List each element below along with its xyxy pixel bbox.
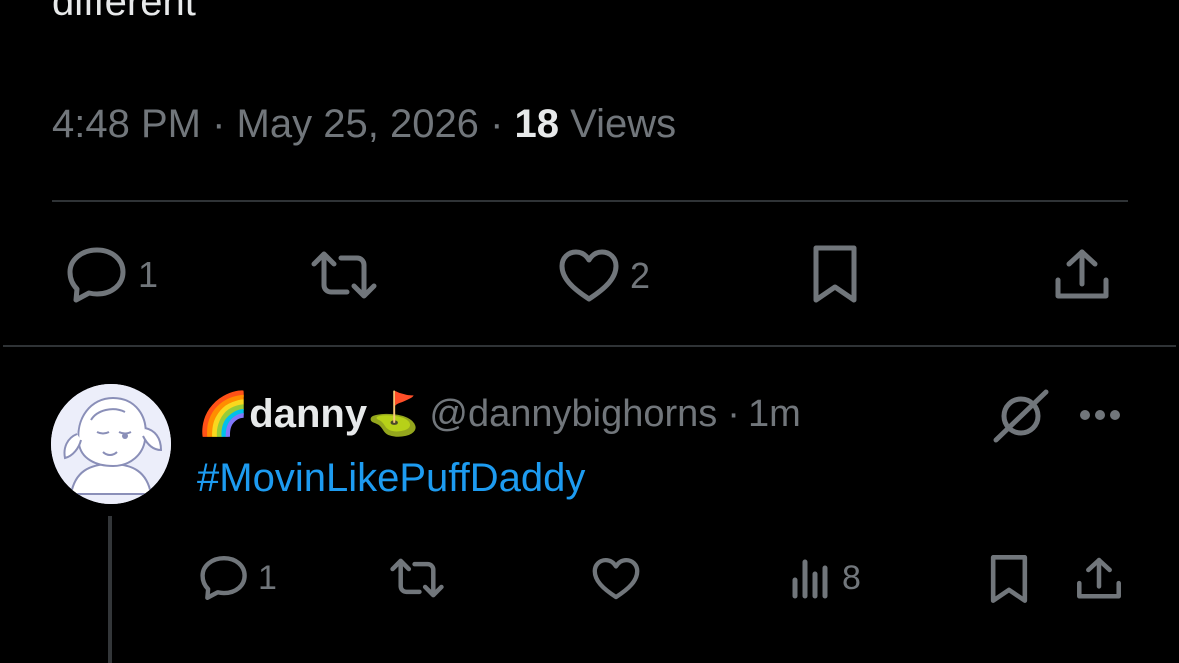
reply-reply-button[interactable]: 1: [198, 555, 277, 601]
reply-share-button[interactable]: [1076, 556, 1122, 602]
divider: [52, 200, 1128, 202]
retweet-button[interactable]: [310, 248, 378, 302]
retweet-icon: [311, 251, 377, 299]
more-icon: [1080, 410, 1120, 420]
user-handle[interactable]: @dannybighorns: [429, 393, 717, 436]
display-name[interactable]: danny: [249, 392, 367, 437]
reply-views-count: 8: [842, 558, 861, 597]
thread-line: [108, 516, 112, 663]
meta-separator: ·: [490, 102, 504, 146]
more-button[interactable]: [1078, 408, 1122, 427]
bookmark-icon: [990, 555, 1028, 603]
reply-time[interactable]: 1m: [748, 393, 801, 436]
reply-icon: [200, 555, 247, 601]
golf-emoji: ⛳: [367, 389, 420, 437]
views-icon: [792, 559, 828, 599]
like-icon: [559, 249, 619, 302]
reply-icon: [67, 247, 126, 303]
divider: [3, 345, 1176, 347]
like-count: 2: [630, 255, 651, 296]
like-icon: [592, 557, 640, 600]
share-icon: [1055, 249, 1109, 299]
views-label: Views: [570, 102, 677, 146]
tweet-date[interactable]: May 25, 2026: [237, 102, 479, 146]
grok-icon: [993, 389, 1049, 443]
share-icon: [1077, 557, 1121, 599]
hashtag-link[interactable]: #MovinLikePuffDaddy: [197, 456, 585, 501]
views-count: 18: [514, 102, 560, 146]
reply-views-button[interactable]: 8: [790, 556, 861, 600]
reply-reply-count: 1: [258, 558, 277, 597]
header-separator: ·: [727, 392, 740, 435]
like-button[interactable]: 2: [558, 248, 650, 304]
rainbow-emoji: 🌈: [197, 389, 250, 437]
bookmark-icon: [813, 245, 857, 303]
retweet-icon: [390, 558, 444, 598]
avatar[interactable]: [51, 384, 171, 504]
tweet-time[interactable]: 4:48 PM: [52, 102, 201, 146]
meta-separator: ·: [212, 102, 226, 146]
reply-button[interactable]: 1: [66, 246, 158, 304]
grok-button[interactable]: [992, 388, 1050, 449]
reply-header: 🌈 danny ⛳ @dannybighorns · 1m: [197, 388, 801, 440]
share-button[interactable]: [1054, 248, 1110, 302]
tweet-text: different: [52, 0, 196, 24]
reply-like-button[interactable]: [591, 557, 641, 601]
reply-retweet-button[interactable]: [388, 556, 446, 600]
reply-bookmark-button[interactable]: [988, 554, 1030, 604]
tweet-meta: 4:48 PM · May 25, 2026 · 18 Views: [52, 101, 676, 147]
reply-count: 1: [138, 254, 159, 295]
bookmark-button[interactable]: [810, 244, 860, 304]
